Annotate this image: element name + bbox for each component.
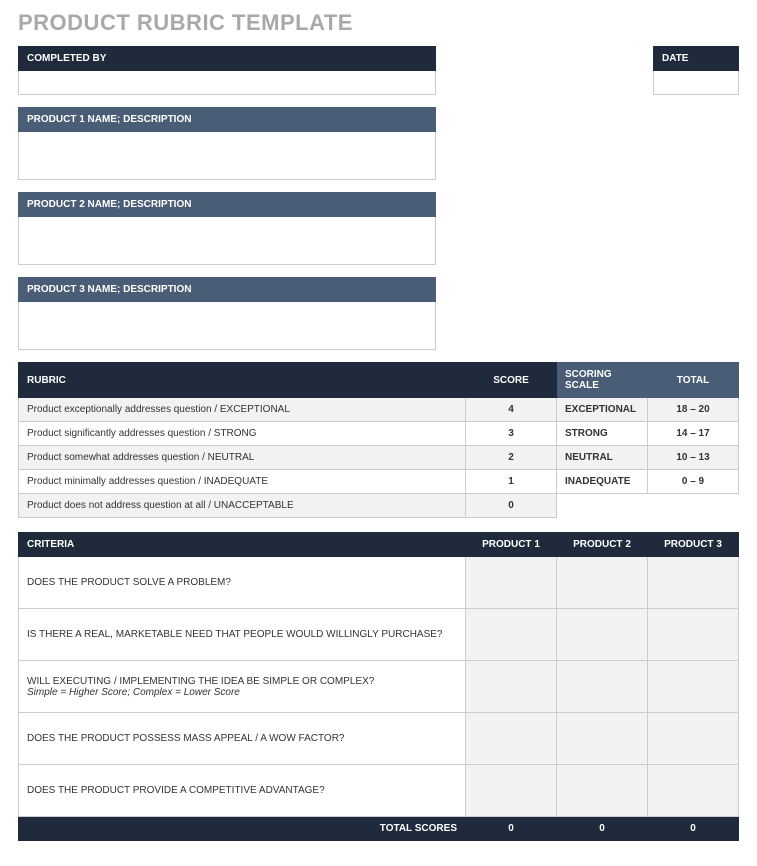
- criteria-header-criteria: CRITERIA: [19, 533, 466, 557]
- totals-p3: 0: [648, 817, 739, 841]
- rubric-scale: INADEQUATE: [557, 470, 648, 494]
- rubric-score: 0: [466, 494, 557, 518]
- criteria-p2-input[interactable]: [557, 609, 648, 661]
- criteria-p1-input[interactable]: [466, 557, 557, 609]
- rubric-score: 3: [466, 422, 557, 446]
- criteria-p1-input[interactable]: [466, 713, 557, 765]
- rubric-row: Product does not address question at all…: [19, 494, 739, 518]
- product-3-input[interactable]: [18, 302, 436, 350]
- rubric-row: Product exceptionally addresses question…: [19, 398, 739, 422]
- criteria-header-p3: PRODUCT 3: [648, 533, 739, 557]
- criteria-row: DOES THE PRODUCT PROVIDE A COMPETITIVE A…: [19, 765, 739, 817]
- rubric-desc: Product minimally addresses question / I…: [19, 470, 466, 494]
- criteria-p2-input[interactable]: [557, 765, 648, 817]
- rubric-total-empty: [648, 494, 739, 518]
- rubric-desc: Product exceptionally addresses question…: [19, 398, 466, 422]
- rubric-row: Product somewhat addresses question / NE…: [19, 446, 739, 470]
- page-title: PRODUCT RUBRIC TEMPLATE: [18, 10, 739, 36]
- rubric-score: 2: [466, 446, 557, 470]
- rubric-row: Product significantly addresses question…: [19, 422, 739, 446]
- totals-label: TOTAL SCORES: [19, 817, 466, 841]
- date-input[interactable]: [653, 71, 739, 95]
- rubric-scale: NEUTRAL: [557, 446, 648, 470]
- rubric-desc: Product significantly addresses question…: [19, 422, 466, 446]
- rubric-desc: Product somewhat addresses question / NE…: [19, 446, 466, 470]
- criteria-p3-input[interactable]: [648, 713, 739, 765]
- rubric-total: 0 – 9: [648, 470, 739, 494]
- rubric-scale: EXCEPTIONAL: [557, 398, 648, 422]
- rubric-header-rubric: RUBRIC: [19, 363, 466, 398]
- product-1-label: PRODUCT 1 NAME; DESCRIPTION: [18, 107, 436, 132]
- rubric-score: 4: [466, 398, 557, 422]
- totals-p1: 0: [466, 817, 557, 841]
- rubric-total: 18 – 20: [648, 398, 739, 422]
- rubric-header-total: TOTAL: [648, 363, 739, 398]
- criteria-text: DOES THE PRODUCT PROVIDE A COMPETITIVE A…: [19, 765, 466, 817]
- product-2-input[interactable]: [18, 217, 436, 265]
- rubric-total: 14 – 17: [648, 422, 739, 446]
- criteria-note: Simple = Higher Score; Complex = Lower S…: [27, 687, 457, 698]
- date-label: DATE: [653, 46, 739, 71]
- criteria-row: DOES THE PRODUCT SOLVE A PROBLEM?: [19, 557, 739, 609]
- criteria-p2-input[interactable]: [557, 661, 648, 713]
- criteria-text: IS THERE A REAL, MARKETABLE NEED THAT PE…: [19, 609, 466, 661]
- completed-by-block: COMPLETED BY: [18, 46, 436, 95]
- criteria-text: DOES THE PRODUCT SOLVE A PROBLEM?: [19, 557, 466, 609]
- criteria-row: WILL EXECUTING / IMPLEMENTING THE IDEA B…: [19, 661, 739, 713]
- rubric-scale-empty: [557, 494, 648, 518]
- product-1-input[interactable]: [18, 132, 436, 180]
- criteria-p3-input[interactable]: [648, 609, 739, 661]
- rubric-table: RUBRIC SCORE SCORING SCALE TOTAL Product…: [18, 362, 739, 518]
- totals-p2: 0: [557, 817, 648, 841]
- completed-by-input[interactable]: [18, 71, 436, 95]
- criteria-row: DOES THE PRODUCT POSSESS MASS APPEAL / A…: [19, 713, 739, 765]
- criteria-p1-input[interactable]: [466, 661, 557, 713]
- rubric-row: Product minimally addresses question / I…: [19, 470, 739, 494]
- rubric-desc: Product does not address question at all…: [19, 494, 466, 518]
- rubric-header-scale: SCORING SCALE: [557, 363, 648, 398]
- criteria-p3-input[interactable]: [648, 661, 739, 713]
- criteria-p2-input[interactable]: [557, 557, 648, 609]
- criteria-table: CRITERIA PRODUCT 1 PRODUCT 2 PRODUCT 3 D…: [18, 532, 739, 841]
- totals-row: TOTAL SCORES 0 0 0: [19, 817, 739, 841]
- criteria-header-p1: PRODUCT 1: [466, 533, 557, 557]
- product-3-label: PRODUCT 3 NAME; DESCRIPTION: [18, 277, 436, 302]
- criteria-text: DOES THE PRODUCT POSSESS MASS APPEAL / A…: [19, 713, 466, 765]
- criteria-text: WILL EXECUTING / IMPLEMENTING THE IDEA B…: [19, 661, 466, 713]
- criteria-p2-input[interactable]: [557, 713, 648, 765]
- product-1-block: PRODUCT 1 NAME; DESCRIPTION: [18, 107, 436, 180]
- rubric-total: 10 – 13: [648, 446, 739, 470]
- product-3-block: PRODUCT 3 NAME; DESCRIPTION: [18, 277, 436, 350]
- criteria-row: IS THERE A REAL, MARKETABLE NEED THAT PE…: [19, 609, 739, 661]
- rubric-header-score: SCORE: [466, 363, 557, 398]
- criteria-p1-input[interactable]: [466, 765, 557, 817]
- date-block: DATE: [653, 46, 739, 95]
- criteria-p3-input[interactable]: [648, 557, 739, 609]
- product-2-block: PRODUCT 2 NAME; DESCRIPTION: [18, 192, 436, 265]
- rubric-score: 1: [466, 470, 557, 494]
- product-2-label: PRODUCT 2 NAME; DESCRIPTION: [18, 192, 436, 217]
- criteria-p1-input[interactable]: [466, 609, 557, 661]
- criteria-header-p2: PRODUCT 2: [557, 533, 648, 557]
- rubric-scale: STRONG: [557, 422, 648, 446]
- criteria-p3-input[interactable]: [648, 765, 739, 817]
- completed-by-label: COMPLETED BY: [18, 46, 436, 71]
